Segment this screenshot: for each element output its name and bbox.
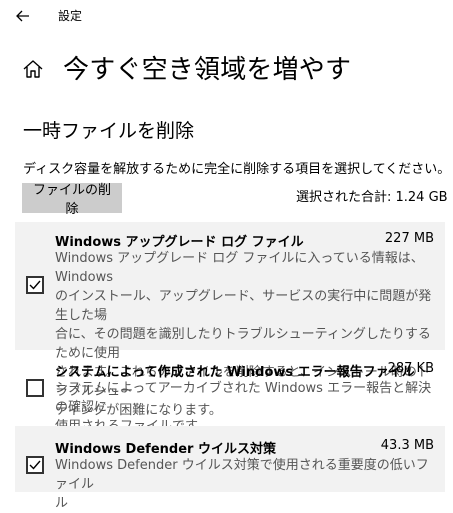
window-title: 設定 (58, 9, 83, 23)
checkbox-upgrade-logs[interactable] (26, 276, 44, 294)
description-line: Windows アップグレード ログ ファイルに入っている情報は、Windows (55, 251, 424, 285)
item-name: Windows Defender ウイルス対策 (55, 442, 276, 457)
description-line: のインストール、アップグレード、サービスの実行中に問題が発生した場 (55, 289, 432, 323)
description-line: システムによってアーカイブされた Windows エラー報告と解決の確認に (55, 381, 432, 415)
home-icon[interactable] (22, 58, 44, 80)
selected-total: 選択された合計: 1.24 GB (296, 190, 448, 205)
list-item[interactable]: システムによって作成された Windows エラー報告ファイル 287 KB シ… (15, 350, 445, 434)
section-title: 一時ファイルを削除 (23, 120, 195, 142)
checkmark-icon (29, 460, 41, 470)
checkbox-error-reports[interactable] (26, 379, 44, 397)
list-item[interactable]: Windows Defender ウイルス対策 43.3 MB Windows … (15, 426, 445, 511)
back-arrow-icon (16, 10, 29, 22)
back-button[interactable] (12, 4, 36, 28)
item-size: 287 KB (387, 361, 434, 376)
page-title: 今すぐ空き領域を増やす (63, 55, 352, 85)
item-description: Windows Defender ウイルス対策で使用される重要度の低いファイル … (55, 456, 437, 513)
item-size: 43.3 MB (380, 438, 434, 453)
item-name: システムによって作成された Windows エラー報告ファイル (55, 365, 415, 380)
description-line: Windows Defender ウイルス対策で使用される重要度の低いファイル (55, 458, 429, 492)
title-bar: 設定 (0, 0, 453, 32)
item-name: Windows アップグレード ログ ファイル (55, 235, 304, 250)
delete-files-button[interactable]: ファイルの削除 (22, 182, 122, 216)
list-item[interactable]: Windows アップグレード ログ ファイル 227 MB Windows ア… (15, 222, 445, 418)
section-description: ディスク容量を解放するために完全に削除する項目を選択してください。 (23, 162, 451, 177)
checkbox-defender[interactable] (26, 456, 44, 474)
item-size: 227 MB (384, 231, 434, 246)
checkmark-icon (29, 280, 41, 290)
description-line: ル (55, 496, 69, 511)
